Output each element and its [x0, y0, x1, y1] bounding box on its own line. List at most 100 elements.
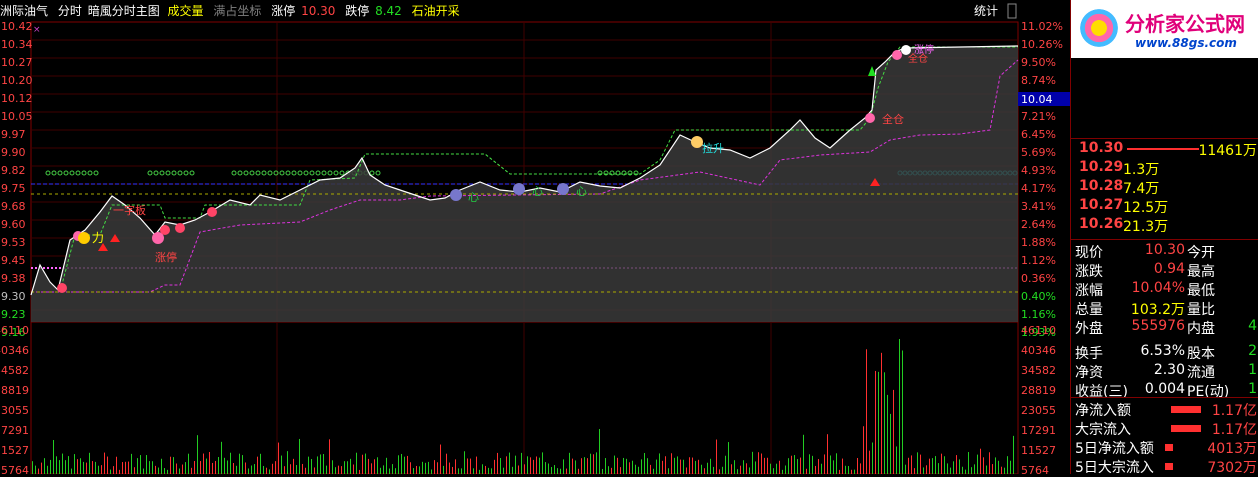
quote-label: 股本 [1187, 346, 1215, 362]
intraday-chart[interactable]: 力 一字板 涨停 心 心 心 拉升 全仓 全仓 涨停 × 10.4210.341… [0, 0, 1070, 474]
quote-value: 6.53% [1140, 343, 1185, 359]
volume-bar [686, 467, 687, 474]
volume-bar [458, 468, 459, 474]
volume-bar [242, 455, 243, 474]
volume-bar [578, 468, 579, 474]
volume-bar [803, 434, 804, 474]
volume-bar [266, 467, 267, 474]
volume-tick-right: 40346 [1021, 344, 1056, 357]
sector-label[interactable]: 石油开采 [412, 4, 460, 18]
quote-row: 总量 103.2万 量比 [1073, 299, 1258, 318]
volume-bar [629, 462, 630, 474]
volume-bar [560, 468, 561, 474]
price-tick: 9.45 [1, 254, 26, 267]
flow-row: 5日大宗流入 7302万 [1073, 457, 1258, 476]
annot-lasheng: 拉升 [702, 141, 724, 155]
flow-row: 大宗流入 1.17亿 [1073, 419, 1258, 438]
volume-bar [305, 467, 306, 474]
volume-tick-right: 5764 [1021, 464, 1049, 474]
volume-bar [38, 468, 39, 474]
volume-bar [707, 462, 708, 474]
volume-bar [824, 454, 825, 474]
annot-quancang-1: 全仓 [882, 112, 904, 126]
volume-bar [626, 458, 627, 474]
quote-row: 涨跌 0.94 最高 [1073, 261, 1258, 280]
volume-bar [317, 456, 318, 474]
stats-button[interactable]: 统计 [974, 0, 998, 22]
logo: 分析家公式网 www.88gs.com [1071, 0, 1258, 58]
volume-bar [884, 372, 885, 474]
order-book-row[interactable]: 10.29 1.3万 [1073, 159, 1258, 178]
order-book-row[interactable]: 10.26 21.3万 [1073, 216, 1258, 235]
quote-label: PE(动) [1187, 384, 1230, 400]
volume-bar [869, 450, 870, 474]
volume-bar [74, 454, 75, 474]
volume-bar [86, 462, 87, 474]
volume-bar [404, 456, 405, 474]
volume-bar [491, 468, 492, 474]
volume-bar [335, 467, 336, 474]
volume-bar [653, 468, 654, 474]
limit-up-label: 涨停 [271, 4, 296, 18]
limit-up-value: 10.30 [301, 4, 336, 18]
bid-price: 10.27 [1079, 197, 1124, 213]
volume-bar [767, 457, 768, 474]
volume-label[interactable]: 成交量 [168, 4, 204, 18]
volume-bar [401, 453, 402, 474]
chart-header: 洲际油气 分时 暗風分时主图 成交量 满占坐标 涨停 10.30 跌停 8.42… [0, 0, 1018, 22]
flow-row: 5日净流入额 4013万 [1073, 438, 1258, 457]
order-book-row[interactable]: 10.27 12.5万 [1073, 197, 1258, 216]
volume-bar [551, 467, 552, 474]
order-book-row[interactable]: 10.30 11461万 [1073, 140, 1258, 159]
volume-bar [743, 460, 744, 474]
volume-bar [905, 464, 906, 474]
volume-bar [731, 464, 732, 474]
volume-bar [866, 349, 867, 474]
indicator-label[interactable]: 暗風分时主图 [88, 4, 160, 18]
volume-bar [980, 448, 981, 474]
volume-bar [296, 465, 297, 474]
volume-bar [407, 455, 408, 474]
volume-bar [944, 456, 945, 474]
quote-label: 涨幅 [1075, 283, 1103, 299]
volume-bar [605, 458, 606, 474]
quote-label: 量比 [1187, 302, 1215, 318]
volume-bar [923, 467, 924, 474]
volume-bar [422, 461, 423, 474]
volume-bar [914, 468, 915, 474]
volume-bar [812, 455, 813, 474]
volume-bar [716, 439, 717, 474]
volume-bar [428, 461, 429, 474]
volume-bar [752, 451, 753, 474]
volume-bar [521, 452, 522, 474]
volume-bar [851, 469, 852, 474]
fullscreen-label[interactable]: 满占坐标 [213, 4, 261, 18]
volume-tick-right: 28819 [1021, 384, 1056, 397]
volume-bar [248, 468, 249, 474]
volume-bar [992, 464, 993, 474]
mode-label[interactable]: 分时 [58, 4, 82, 18]
volume-bar [137, 458, 138, 474]
volume-bar [755, 461, 756, 474]
volume-bar [524, 464, 525, 474]
volume-bar [362, 454, 363, 474]
bid-price: 10.26 [1079, 216, 1124, 232]
order-book-row[interactable]: 10.28 7.4万 [1073, 178, 1258, 197]
volume-bar [893, 389, 894, 474]
volume-bar [179, 468, 180, 474]
quote-label: 现价 [1075, 245, 1103, 261]
volume-bar [1013, 435, 1014, 474]
quote-label: 最低 [1187, 283, 1215, 299]
bid-volume: 11461万 [1198, 143, 1257, 159]
instrument-name[interactable]: 洲际油气 [0, 4, 48, 18]
volume-bar [233, 462, 234, 474]
volume-bar [365, 453, 366, 474]
volume-bar [380, 467, 381, 474]
quote-value: 10.30 [1144, 242, 1185, 258]
volume-bar [425, 462, 426, 474]
quote-value: 2 [1248, 343, 1257, 359]
volume-bar [701, 464, 702, 474]
volume-bar [689, 457, 690, 474]
price-tick: 9.23 [1, 308, 26, 321]
volume-bar [857, 457, 858, 474]
